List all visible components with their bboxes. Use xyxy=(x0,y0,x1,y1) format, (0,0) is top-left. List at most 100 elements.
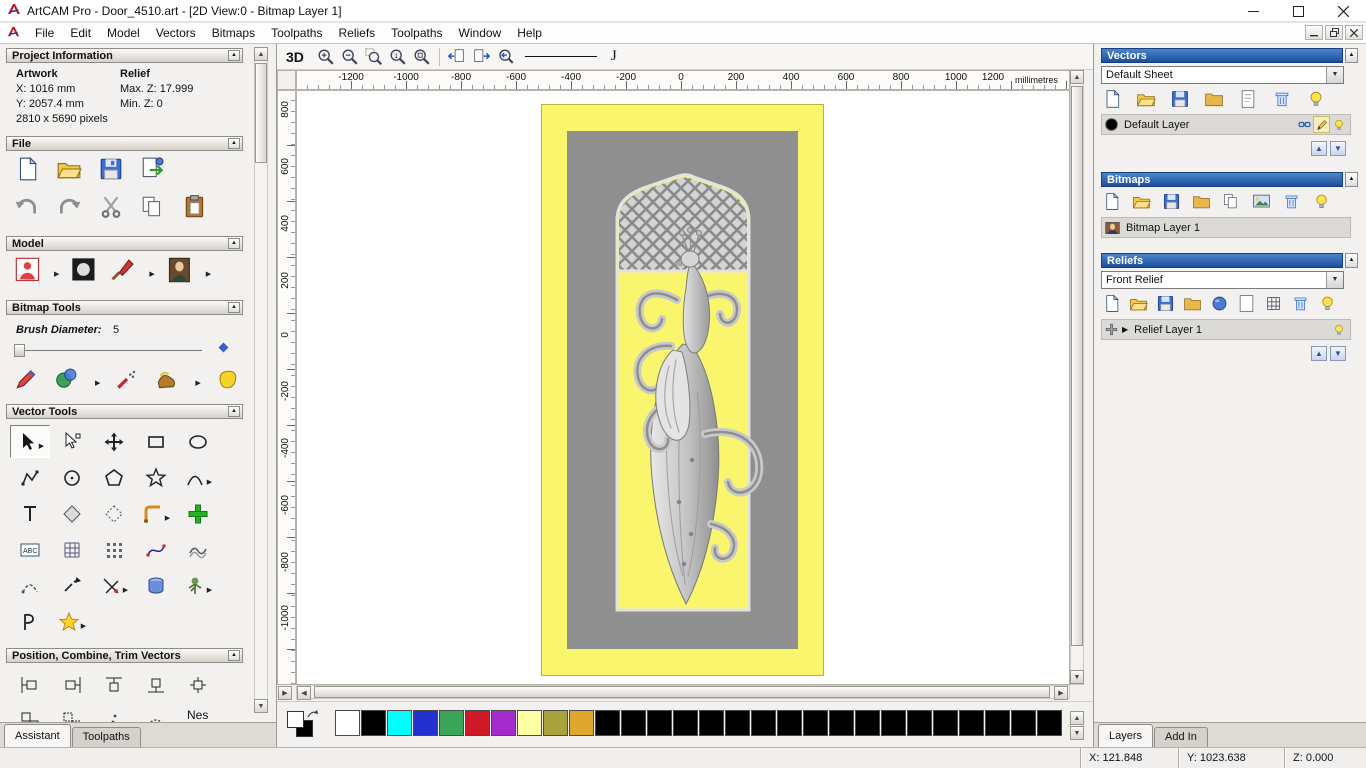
palette-swatch[interactable] xyxy=(335,710,360,736)
arc-editing-tool[interactable] xyxy=(10,569,50,602)
align-bottom-tool[interactable] xyxy=(136,668,176,701)
file-section-header[interactable]: File ▲ xyxy=(6,136,243,151)
relief-layer-bulb-icon[interactable] xyxy=(1330,321,1347,338)
create-ellipse-tool[interactable] xyxy=(178,425,218,458)
redo-icon[interactable] xyxy=(56,194,82,220)
transform-vectors-tool[interactable] xyxy=(94,425,134,458)
visibility-bulb-icon[interactable] xyxy=(1306,89,1326,112)
palette-swatch[interactable] xyxy=(595,710,620,736)
distort-tool[interactable]: ▶ xyxy=(178,569,218,602)
flyout-arrow-icon[interactable]: ▶ xyxy=(207,586,212,594)
edit-layer-pencil-icon[interactable] xyxy=(1313,116,1330,133)
node-editing-tool[interactable] xyxy=(52,425,92,458)
create-polygon-tool[interactable] xyxy=(94,461,134,494)
collapse-reliefs-icon[interactable]: ▲ xyxy=(1345,253,1358,268)
dotted-offset-tool[interactable] xyxy=(94,497,134,530)
palette-swatch[interactable] xyxy=(439,710,464,736)
brush-diameter-slider-track[interactable] xyxy=(16,350,202,351)
bitmap-image-icon[interactable] xyxy=(1252,192,1271,214)
smooth-model-icon[interactable] xyxy=(109,256,137,284)
flyout-arrow-icon[interactable]: ▶ xyxy=(149,270,154,278)
collapse-bitmaps-icon[interactable]: ▲ xyxy=(1345,172,1358,187)
palette-swatch[interactable] xyxy=(387,710,412,736)
menu-edit[interactable]: Edit xyxy=(62,24,99,42)
flyout-arrow-icon[interactable]: ▶ xyxy=(54,270,59,278)
palette-swatch[interactable] xyxy=(1011,710,1036,736)
create-circle-tool[interactable] xyxy=(52,461,92,494)
zoom-previous-icon[interactable] xyxy=(493,46,517,68)
bitmap-layer-name[interactable]: Bitmap Layer 1 xyxy=(1126,222,1347,234)
pan-left-icon[interactable] xyxy=(445,46,469,68)
palette-swatch[interactable] xyxy=(621,710,646,736)
zoom-objects-icon[interactable] xyxy=(410,46,434,68)
create-polyline-tool[interactable] xyxy=(10,461,50,494)
vector-layer-item[interactable]: Default Layer xyxy=(1101,114,1351,135)
palette-swatch[interactable] xyxy=(907,710,932,736)
vertical-scroll-thumb[interactable] xyxy=(1071,86,1083,646)
flyout-arrow-icon[interactable]: ▶ xyxy=(207,478,212,486)
menu-file[interactable]: File xyxy=(27,24,62,42)
relief-layer-name[interactable]: Relief Layer 1 xyxy=(1134,324,1330,336)
palette-swatch[interactable] xyxy=(855,710,880,736)
save-model-icon[interactable] xyxy=(98,156,124,182)
palette-swatch[interactable] xyxy=(881,710,906,736)
delete-relief-layer-icon[interactable] xyxy=(1291,294,1310,316)
bitmap-tools-header[interactable]: Bitmap Tools ▲ xyxy=(6,300,243,315)
add-relief-icon[interactable] xyxy=(1105,323,1118,336)
flood-fill-region-icon[interactable] xyxy=(215,366,241,392)
palette-swatch[interactable] xyxy=(673,710,698,736)
chevron-down-icon[interactable]: ▼ xyxy=(1326,272,1343,288)
copy-icon[interactable] xyxy=(140,194,166,220)
create-arc-tool[interactable]: ▶ xyxy=(178,461,218,494)
snap-layer-icon[interactable] xyxy=(1296,116,1313,133)
open-vectors-icon[interactable] xyxy=(1136,89,1156,112)
palette-swatch[interactable] xyxy=(1037,710,1062,736)
align-left-tool[interactable] xyxy=(10,668,50,701)
open-relief-icon[interactable] xyxy=(1129,294,1148,316)
undo-icon[interactable] xyxy=(14,194,40,220)
import-model-icon[interactable] xyxy=(140,156,166,182)
block-copy-tool[interactable] xyxy=(94,533,134,566)
position-section-header[interactable]: Position, Combine, Trim Vectors ▲ xyxy=(6,648,243,663)
new-model-icon[interactable] xyxy=(14,156,40,182)
delete-vector-layer-icon[interactable] xyxy=(1272,89,1292,112)
pane-split-icon[interactable]: ▶ xyxy=(278,686,292,700)
minimize-button[interactable] xyxy=(1231,0,1276,22)
bitmap-layer-item[interactable]: Bitmap Layer 1 xyxy=(1101,217,1351,238)
palette-swatch[interactable] xyxy=(491,710,516,736)
tab-toolpaths[interactable]: Toolpaths xyxy=(71,727,141,747)
vector-layer-name[interactable]: Default Layer xyxy=(1124,119,1296,131)
document-system-icon[interactable] xyxy=(6,24,21,42)
tab-assistant[interactable]: Assistant xyxy=(4,724,71,747)
horizontal-scroll-thumb[interactable] xyxy=(314,686,1050,698)
maximize-button[interactable] xyxy=(1276,0,1321,22)
collapse-position-icon[interactable]: ▲ xyxy=(228,650,240,661)
line-style-sample[interactable] xyxy=(524,48,597,66)
tab-add-in[interactable]: Add In xyxy=(1154,727,1208,747)
collapse-file-icon[interactable]: ▲ xyxy=(228,138,240,149)
select-vectors-tool[interactable]: ▶ xyxy=(10,425,50,458)
text-block-tool[interactable]: ABC xyxy=(10,533,50,566)
palette-swatch[interactable] xyxy=(361,710,386,736)
collapse-bitmap-tools-icon[interactable]: ▲ xyxy=(228,302,240,313)
collapse-project-info-icon[interactable]: ▲ xyxy=(228,50,240,61)
import-relief-icon[interactable] xyxy=(1183,294,1202,316)
layer-colour-swatch[interactable] xyxy=(1105,118,1118,131)
palette-scroll-up-icon[interactable]: ▲ xyxy=(1070,711,1084,725)
mdi-close-button[interactable] xyxy=(1345,25,1363,40)
relief-selector[interactable]: Front Relief ▼ xyxy=(1101,271,1344,289)
create-rectangle-tool[interactable] xyxy=(136,425,176,458)
copy-bitmap-icon[interactable] xyxy=(1222,192,1241,214)
cut-icon[interactable] xyxy=(98,194,124,220)
layer-visibility-bulb-icon[interactable] xyxy=(1330,116,1347,133)
extrude-tool[interactable] xyxy=(136,569,176,602)
menu-window[interactable]: Window xyxy=(451,24,510,42)
scroll-up-icon[interactable]: ▲ xyxy=(1070,70,1084,84)
relief-grid-icon[interactable] xyxy=(1264,294,1283,316)
align-top-tool[interactable] xyxy=(94,668,134,701)
flyout-arrow-icon[interactable]: ▶ xyxy=(165,514,170,522)
menu-bitmaps[interactable]: Bitmaps xyxy=(204,24,263,42)
palette-swatch[interactable] xyxy=(517,710,542,736)
paste-vector-tool[interactable] xyxy=(178,497,218,530)
new-vector-layer-icon[interactable] xyxy=(1102,89,1122,112)
